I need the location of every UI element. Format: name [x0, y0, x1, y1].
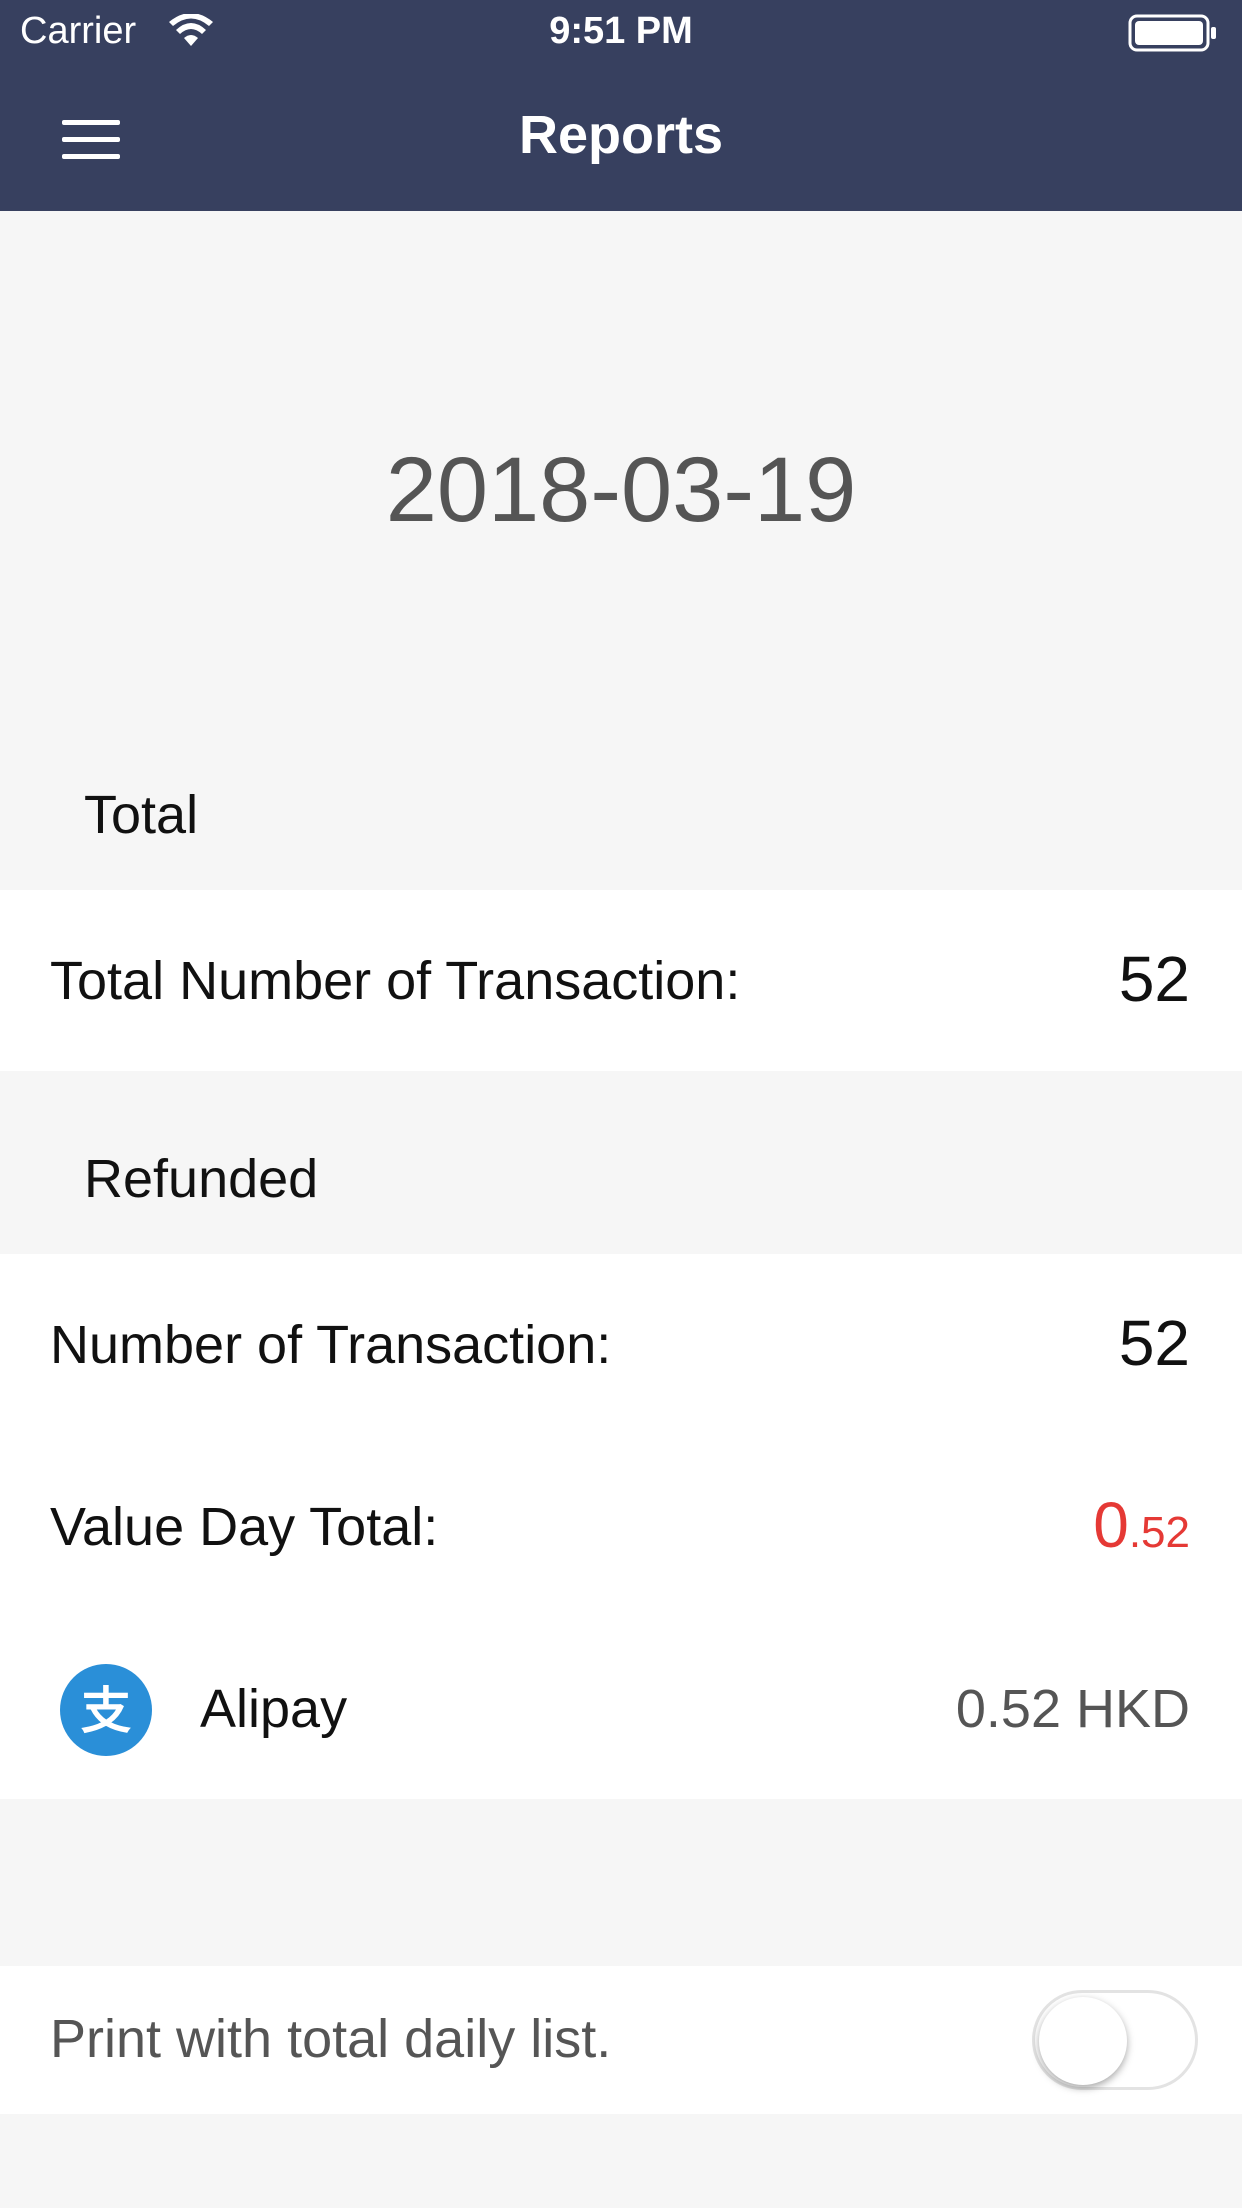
total-card: Total Number of Transaction: 52 [0, 890, 1242, 1071]
svg-text:支: 支 [81, 1682, 131, 1740]
alipay-icon: 支 [60, 1664, 152, 1756]
page-title: Reports [518, 105, 724, 165]
payment-method-amount: 0.52 HKD [955, 1679, 1190, 1739]
value-day-total-integer: 0 [1093, 1489, 1129, 1561]
value-day-total-decimal: .52 [1128, 1508, 1190, 1557]
payment-method-name: Alipay [200, 1679, 348, 1739]
section-header-refunded: Refunded [84, 1149, 319, 1209]
clock-label: 9:51 PM [549, 10, 693, 52]
total-transactions-label: Total Number of Transaction: [50, 951, 741, 1011]
total-transactions-value: 52 [1118, 943, 1190, 1015]
value-day-total-label: Value Day Total: [50, 1497, 439, 1557]
report-date: 2018-03-19 [385, 439, 857, 541]
print-option-label: Print with total daily list. [50, 2009, 612, 2069]
navigation-bar: Reports [0, 64, 1242, 211]
toggle-knob [1039, 1997, 1127, 2085]
section-header-total: Total [84, 785, 199, 845]
refunded-transactions-value: 52 [1118, 1307, 1190, 1379]
value-day-total-value: 0.52 [1093, 1488, 1190, 1562]
battery-icon [1128, 14, 1216, 52]
refunded-transactions-label: Number of Transaction: [50, 1315, 612, 1375]
status-bar: Carrier 9:51 PM [0, 0, 1242, 64]
print-daily-list-toggle[interactable] [1032, 1990, 1198, 2090]
